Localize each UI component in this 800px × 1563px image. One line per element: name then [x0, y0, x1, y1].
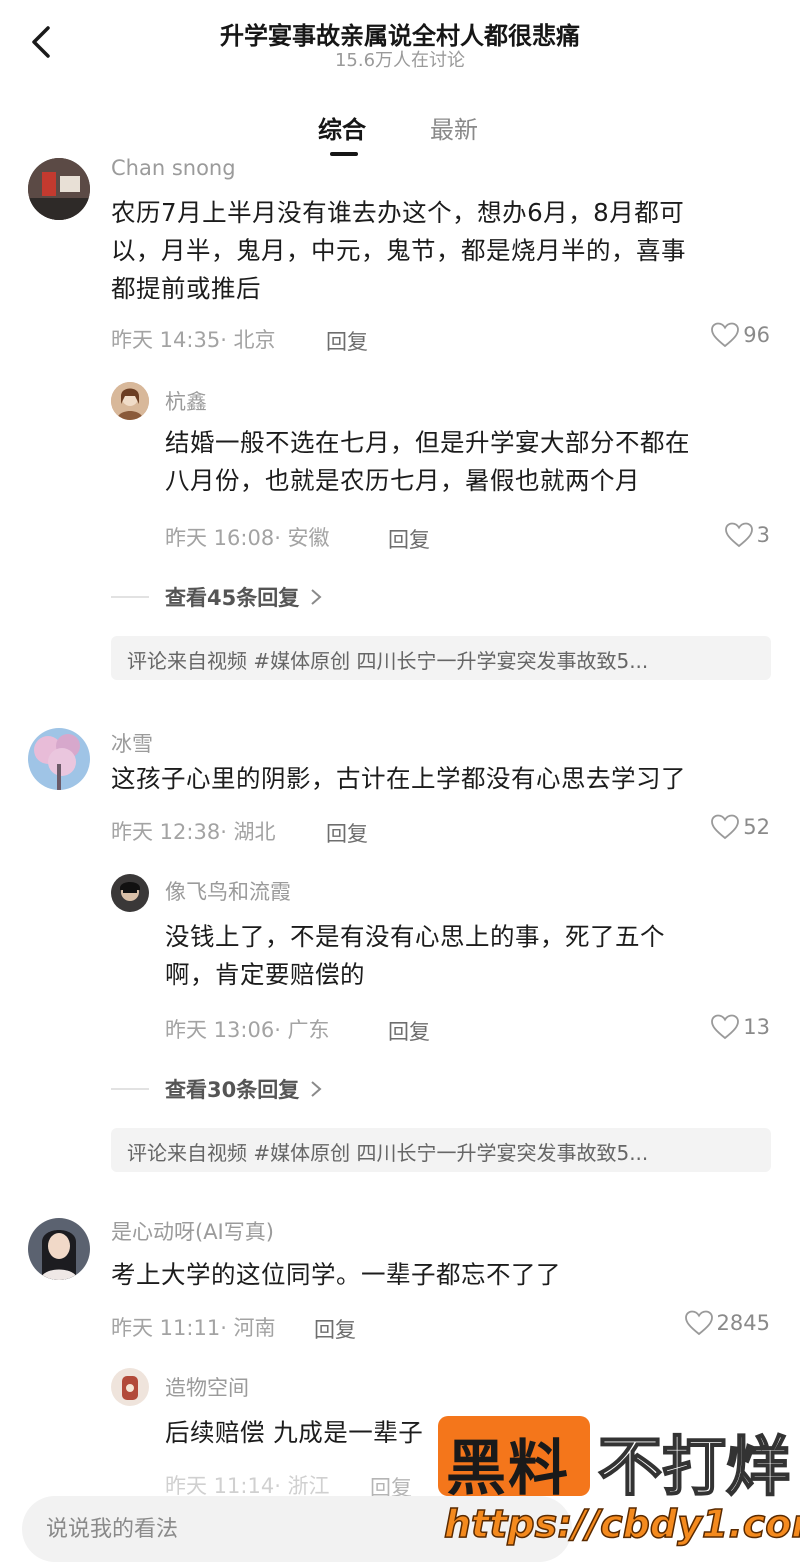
heart-icon — [711, 322, 740, 348]
reply-text-line: 八月份，也就是农历七月，暑假也就两个月 — [165, 466, 640, 495]
view-more-label: 查看30条回复 — [165, 1078, 300, 1102]
like-button[interactable]: 2845 — [684, 1310, 770, 1336]
reply-button[interactable]: 回复 — [326, 818, 368, 848]
like-button[interactable]: 13 — [711, 1014, 770, 1040]
active-tab-indicator — [330, 152, 358, 156]
like-count: 2845 — [716, 1311, 770, 1335]
reply-text-line: 没钱上了，不是有没有心思上的事，死了五个 — [165, 922, 665, 951]
divider — [111, 1088, 149, 1090]
like-count: 13 — [743, 1015, 770, 1039]
reply-username[interactable]: 杭鑫 — [165, 386, 207, 416]
comment-meta: 昨天 14:35· 北京 — [111, 328, 276, 352]
reply-username[interactable]: 像飞鸟和流霞 — [165, 876, 291, 906]
like-count: 96 — [743, 323, 770, 347]
comment-text-line: 以，月半，鬼月，中元，鬼节，都是烧月半的，喜事 — [111, 236, 686, 265]
avatar-image — [28, 728, 90, 790]
comment-text-line: 考上大学的这位同学。一辈子都忘不了了 — [111, 1260, 561, 1289]
view-more-replies[interactable]: 查看45条回复 — [111, 582, 323, 612]
reply-text-line: 后续赔偿 九成是一辈子 — [165, 1418, 424, 1447]
avatar[interactable] — [111, 874, 149, 912]
avatar-image — [111, 874, 149, 912]
watermark-url: https://cbdy1.com — [443, 1501, 800, 1547]
comment-meta: 昨天 11:11· 河南 — [111, 1316, 276, 1340]
heart-icon — [711, 814, 740, 840]
top-bar: 升学宴事故亲属说全村人都很悲痛 15.6万人在讨论 — [0, 0, 800, 80]
chevron-right-icon — [311, 1081, 322, 1097]
avatar-image — [111, 382, 149, 420]
view-more-label: 查看45条回复 — [165, 586, 300, 610]
reply-meta: 昨天 16:08· 安徽 — [165, 526, 330, 550]
chevron-right-icon — [311, 589, 322, 605]
reply-button[interactable]: 回复 — [326, 326, 368, 356]
like-button[interactable]: 3 — [724, 522, 770, 548]
sort-tabs: 综合 最新 — [0, 96, 800, 160]
avatar-image — [111, 1368, 149, 1406]
comment-username[interactable]: 冰雪 — [111, 728, 153, 758]
discussion-count: 15.6万人在讨论 — [334, 50, 466, 71]
comments-page: 升学宴事故亲属说全村人都很悲痛 15.6万人在讨论 综合 最新 Chan sno… — [0, 0, 800, 1563]
reply-text-line: 结婚一般不选在七月，但是升学宴大部分不都在 — [165, 428, 690, 457]
like-button[interactable]: 96 — [711, 322, 770, 348]
reply-meta: 昨天 13:06· 广东 — [165, 1018, 330, 1042]
heart-icon — [724, 522, 753, 548]
comment-username[interactable]: 是心动呀(AI写真) — [111, 1216, 274, 1246]
avatar[interactable] — [111, 1368, 149, 1406]
like-button[interactable]: 52 — [711, 814, 770, 840]
like-count: 52 — [743, 815, 770, 839]
reply-username[interactable]: 造物空间 — [165, 1372, 249, 1402]
avatar[interactable] — [111, 382, 149, 420]
reply-text: 没钱上了，不是有没有心思上的事，死了五个 啊，肯定要赔偿的 — [165, 918, 665, 994]
reply-button[interactable]: 回复 — [388, 1016, 430, 1046]
comment-text-line: 都提前或推后 — [111, 274, 261, 303]
reply-button[interactable]: 回复 — [314, 1314, 356, 1344]
tab-comprehensive[interactable]: 综合 — [318, 110, 366, 145]
video-source-link[interactable]: 评论来自视频 #媒体原创 四川长宁一升学宴突发事故致5... — [111, 636, 771, 680]
comment-text: 这孩子心里的阴影，古计在上学都没有心思去学习了 — [111, 760, 686, 798]
avatar[interactable] — [28, 1218, 90, 1280]
reply-text-line: 啊，肯定要赔偿的 — [165, 960, 365, 989]
view-more-replies[interactable]: 查看30条回复 — [111, 1074, 323, 1104]
comment-meta: 昨天 12:38· 湖北 — [111, 820, 276, 844]
reply-button[interactable]: 回复 — [388, 524, 430, 554]
comment-text-line: 农历7月上半月没有谁去办这个，想办6月，8月都可 — [111, 198, 685, 227]
divider — [111, 596, 149, 598]
heart-icon — [684, 1310, 713, 1336]
watermark-logo-text: 黑料 — [446, 1434, 570, 1504]
heart-icon — [711, 1014, 740, 1040]
comment-text: 农历7月上半月没有谁去办这个，想办6月，8月都可 以，月半，鬼月，中元，鬼节，都… — [111, 194, 686, 308]
reply-text: 后续赔偿 九成是一辈子 — [165, 1414, 423, 1452]
avatar[interactable] — [28, 158, 90, 220]
comment-username[interactable]: Chan snong — [111, 156, 236, 180]
avatar-image — [28, 1218, 90, 1280]
video-source-link[interactable]: 评论来自视频 #媒体原创 四川长宁一升学宴突发事故致5... — [111, 1128, 771, 1172]
avatar[interactable] — [28, 728, 90, 790]
watermark-logo-text: 不打烊 — [597, 1430, 791, 1506]
comment-text: 考上大学的这位同学。一辈子都忘不了了 — [111, 1256, 561, 1294]
avatar-image — [28, 158, 90, 220]
comment-text-line: 这孩子心里的阴影，古计在上学都没有心思去学习了 — [111, 764, 686, 793]
like-count: 3 — [756, 523, 770, 547]
reply-text: 结婚一般不选在七月，但是升学宴大部分不都在 八月份，也就是农历七月，暑假也就两个… — [165, 424, 690, 500]
tab-latest[interactable]: 最新 — [430, 110, 478, 145]
